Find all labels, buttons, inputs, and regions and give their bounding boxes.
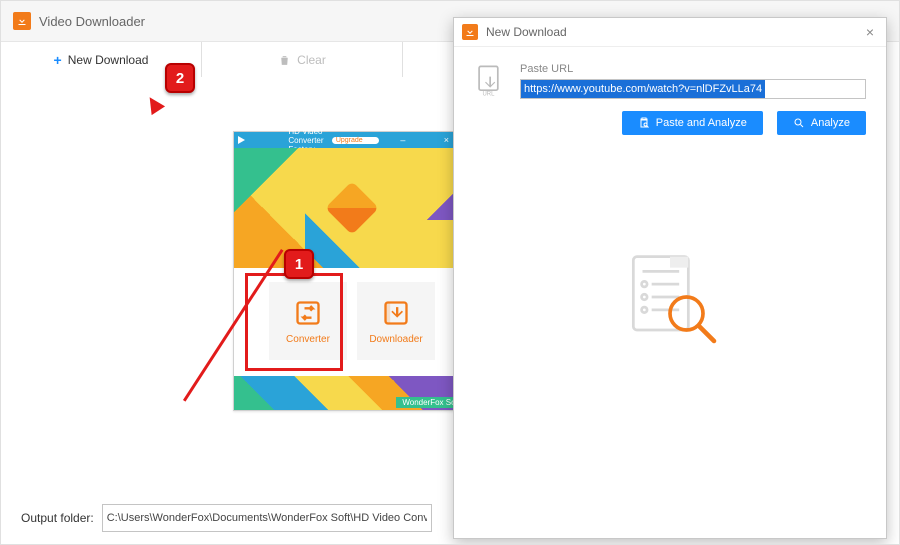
dialog-app-icon <box>462 24 478 40</box>
analyze-label: Analyze <box>811 117 850 129</box>
step-marker-2: 2 <box>165 63 195 93</box>
clear-label: Clear <box>297 53 326 67</box>
minimize-button[interactable]: – <box>383 135 422 145</box>
paste-url-label: Paste URL <box>520 63 866 75</box>
step-marker-1: 1 <box>284 249 314 279</box>
trash-icon <box>278 54 291 67</box>
app-icon <box>13 12 31 30</box>
dialog-close-button[interactable]: × <box>862 24 878 40</box>
paste-and-analyze-button[interactable]: Paste and Analyze <box>622 111 763 135</box>
clear-button[interactable]: Clear <box>202 42 403 78</box>
url-input[interactable]: https://www.youtube.com/watch?v=nlDFZvLL… <box>520 79 866 99</box>
downloader-icon <box>381 298 411 328</box>
output-folder-label: Output folder: <box>21 511 94 525</box>
converter-label: Converter <box>286 334 330 345</box>
dialog-placeholder-icon <box>615 248 725 361</box>
dialog-title-bar: New Download × <box>454 18 886 47</box>
clipboard-search-icon <box>638 117 650 129</box>
output-folder-input[interactable] <box>102 504 432 532</box>
downloader-tile[interactable]: Downloader <box>357 282 435 360</box>
downloader-label: Downloader <box>369 334 422 345</box>
converter-icon <box>293 298 323 328</box>
new-download-dialog: New Download × URL Paste URL https://www… <box>453 17 887 539</box>
search-icon <box>793 117 805 129</box>
svg-text:URL: URL <box>483 91 496 97</box>
dialog-title: New Download <box>486 25 862 39</box>
upgrade-button[interactable]: Upgrade <box>332 137 379 144</box>
app-title: Video Downloader <box>39 14 145 29</box>
url-icon: URL <box>474 63 508 97</box>
new-download-label: New Download <box>68 53 149 67</box>
hvc-tiles: Converter Downloader <box>234 268 470 372</box>
play-icon <box>238 136 284 144</box>
hvc-footer-strip: WonderFox Soft <box>234 376 470 410</box>
converter-tile[interactable]: Converter <box>269 282 347 360</box>
analyze-button[interactable]: Analyze <box>777 111 866 135</box>
output-folder-row: Output folder: <box>21 504 432 532</box>
url-value: https://www.youtube.com/watch?v=nlDFZvLL… <box>521 80 765 98</box>
hvc-title-bar: HD Video Converter Factory Upgrade – × <box>234 132 470 148</box>
paste-and-analyze-label: Paste and Analyze <box>656 117 747 129</box>
plus-icon: + <box>54 52 62 68</box>
hvc-logo-icon <box>325 181 379 235</box>
hvc-banner <box>234 148 470 268</box>
